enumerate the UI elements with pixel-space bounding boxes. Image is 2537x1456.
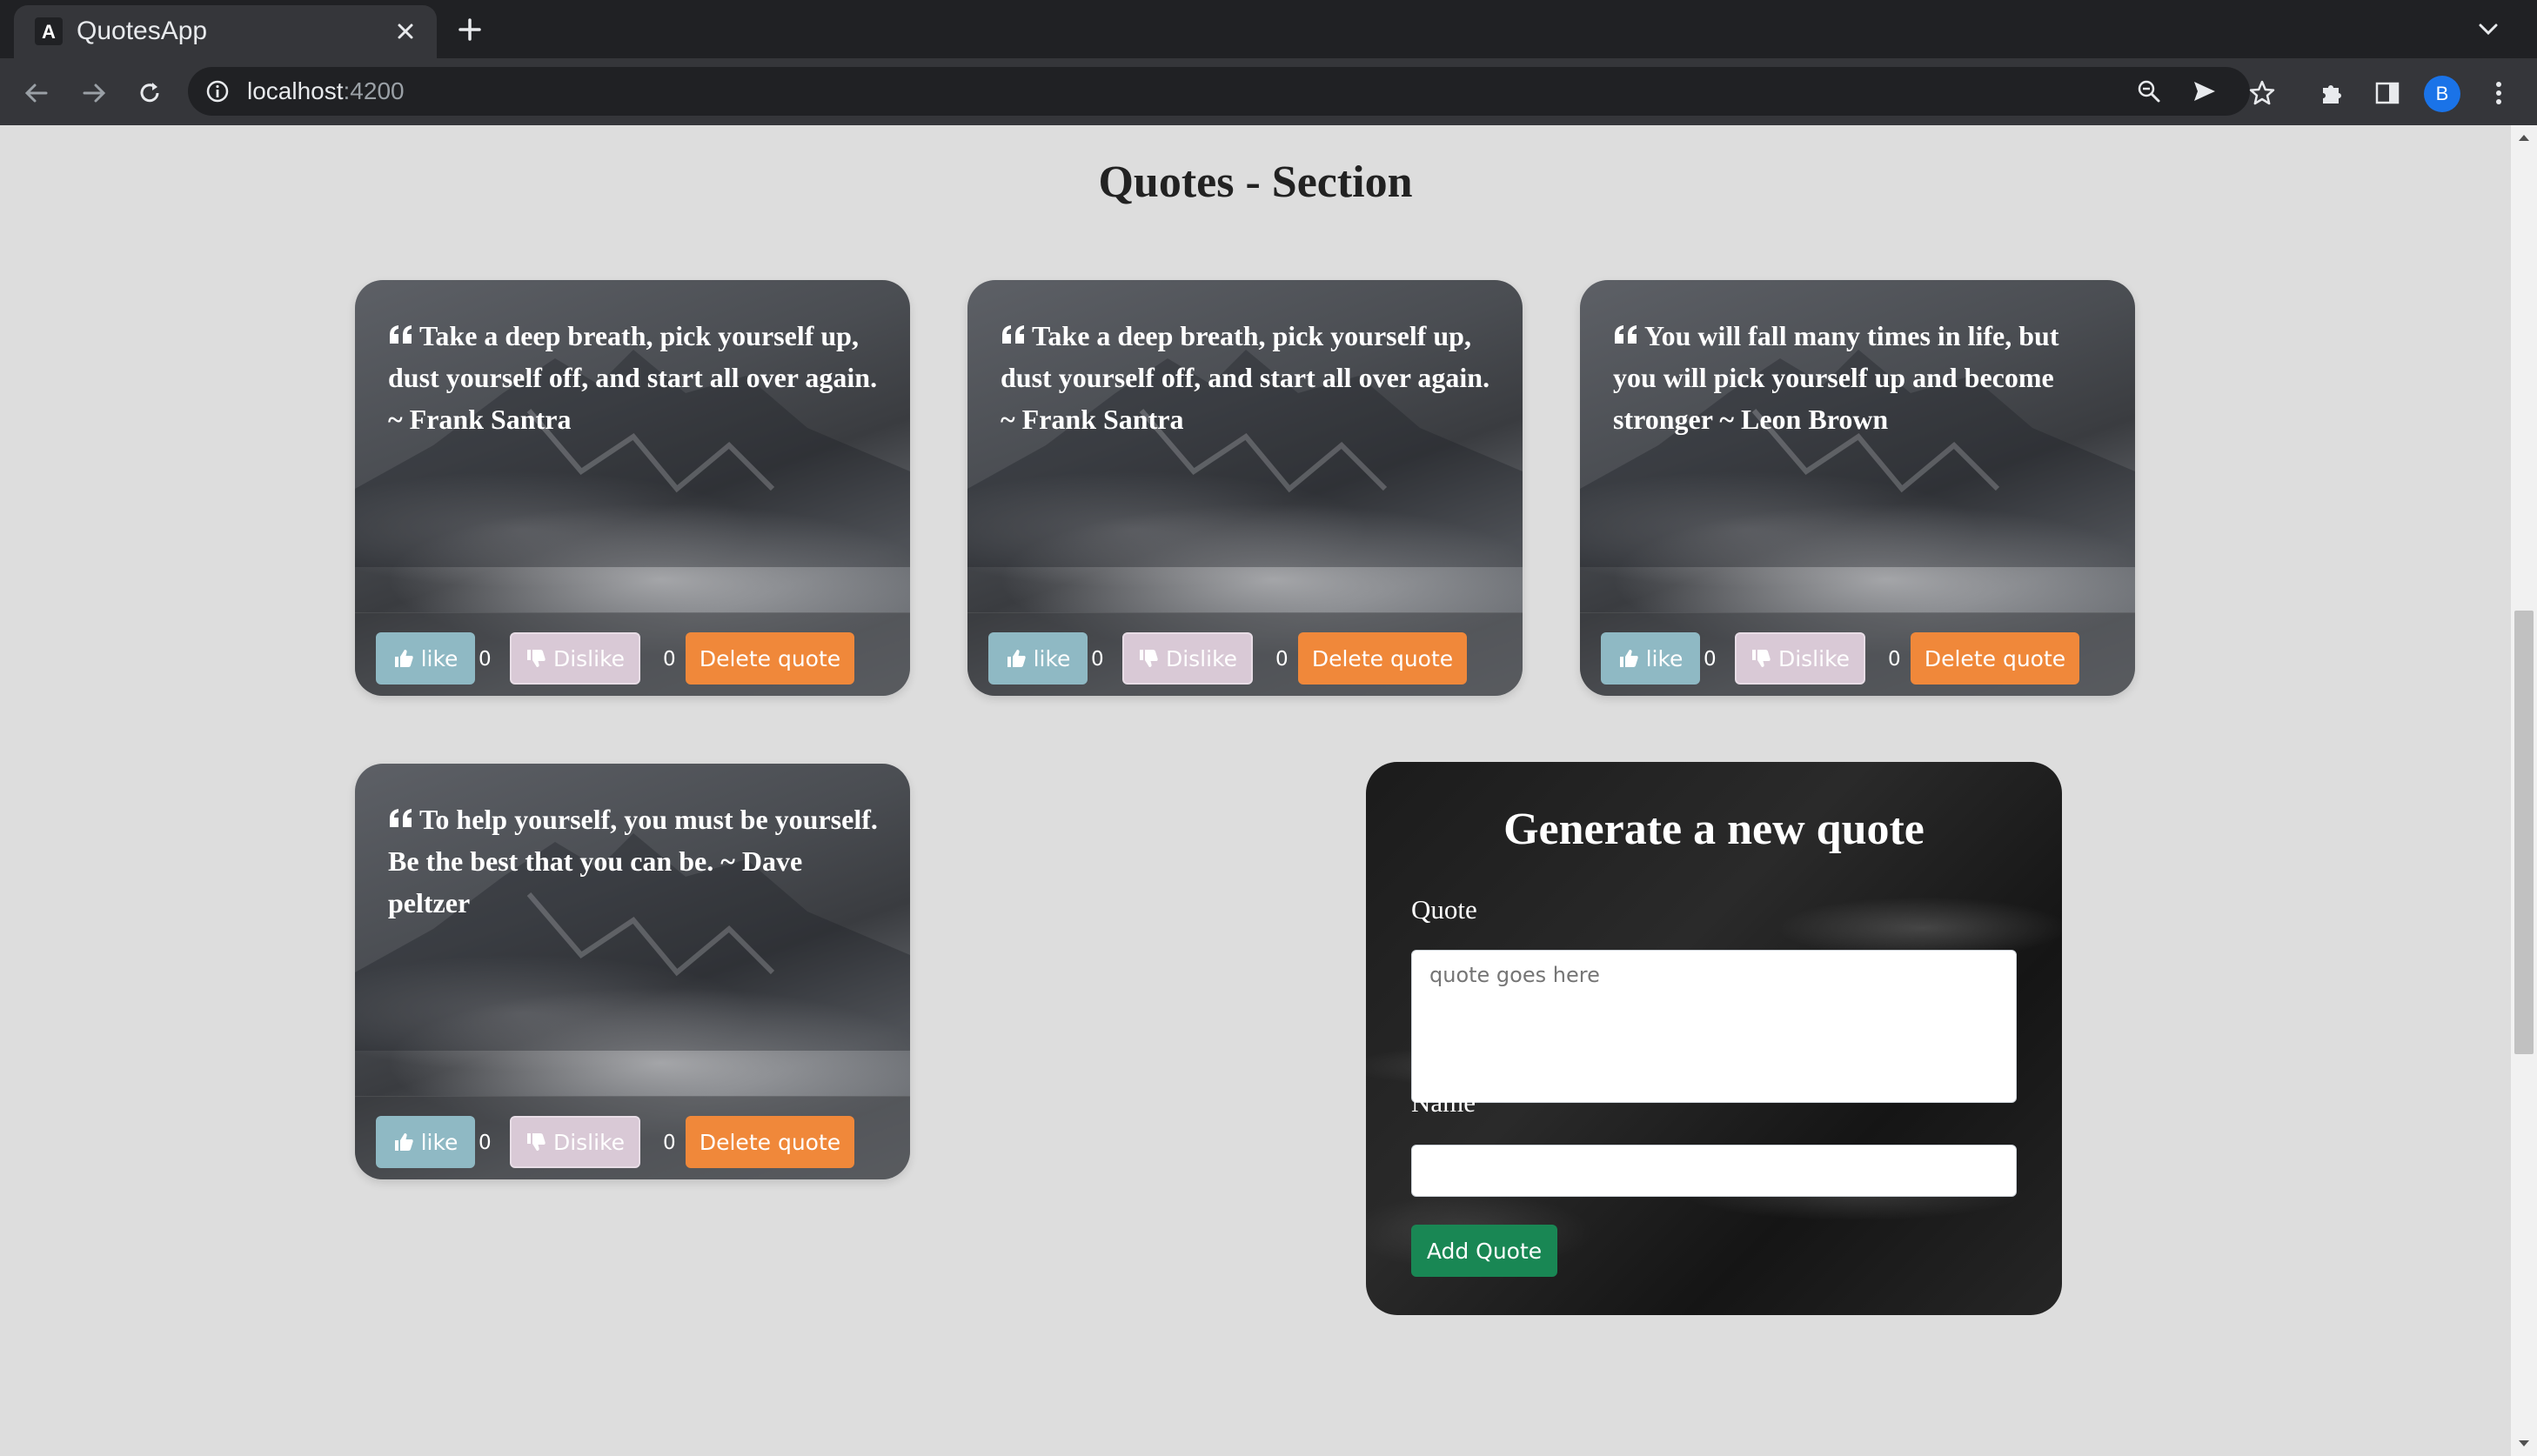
scroll-down-icon[interactable] xyxy=(2511,1432,2537,1456)
like-label: like xyxy=(1033,645,1071,671)
thumbs-up-icon xyxy=(394,650,413,667)
like-label: like xyxy=(1645,645,1684,671)
like-count: 0 xyxy=(479,1132,492,1154)
reload-icon[interactable] xyxy=(131,74,169,112)
dislike-count: 0 xyxy=(663,648,676,671)
quote-left-icon xyxy=(390,325,412,344)
like-count: 0 xyxy=(479,648,492,671)
zoom-icon[interactable] xyxy=(2133,76,2165,107)
side-panel-icon[interactable] xyxy=(2368,74,2406,112)
angular-logo-icon: A xyxy=(35,17,63,45)
dislike-label: Dislike xyxy=(1777,645,1851,671)
browser-tab[interactable]: A QuotesApp xyxy=(14,5,437,58)
page-viewport: Quotes - Section Take a deep breath, pic… xyxy=(0,125,2511,1456)
quote-card: Take a deep breath, pick yourself up, du… xyxy=(967,280,1523,696)
card-footer: like 0 Dislike 0 Delete quote xyxy=(355,1096,910,1179)
scroll-up-icon[interactable] xyxy=(2511,125,2537,150)
quote-text: Take a deep breath, pick yourself up, du… xyxy=(388,320,878,435)
forward-arrow-icon[interactable] xyxy=(75,74,113,112)
like-label: like xyxy=(420,1129,459,1155)
dislike-count: 0 xyxy=(1275,648,1289,671)
dislike-label: Dislike xyxy=(552,645,626,671)
new-tab-icon[interactable] xyxy=(452,12,487,47)
thumbs-down-icon xyxy=(526,650,546,667)
send-icon[interactable] xyxy=(2189,76,2220,107)
delete-quote-button[interactable]: Delete quote xyxy=(686,1116,854,1168)
new-quote-form: Generate a new quote Quote Name Add Quot… xyxy=(1366,762,2062,1315)
url-text: localhost:4200 xyxy=(247,77,405,104)
like-button[interactable]: like xyxy=(1601,632,1700,685)
scroll-thumb[interactable] xyxy=(2514,611,2534,1054)
page-title: Quotes - Section xyxy=(1098,157,1413,207)
star-icon[interactable] xyxy=(2243,74,2281,112)
thumbs-up-icon xyxy=(1007,650,1026,667)
dislike-count: 0 xyxy=(1888,648,1901,671)
quote-card: To help yourself, you must be yourself. … xyxy=(355,764,910,1179)
like-button[interactable]: like xyxy=(988,632,1088,685)
tab-title: QuotesApp xyxy=(77,17,208,45)
quote-text: To help yourself, you must be yourself. … xyxy=(388,804,878,918)
card-footer: like 0 Dislike 0 Delete quote xyxy=(355,612,910,696)
browser-tab-bar: A QuotesApp xyxy=(0,0,2537,58)
dislike-button[interactable]: Dislike xyxy=(510,632,640,685)
like-button[interactable]: like xyxy=(376,1116,475,1168)
like-button[interactable]: like xyxy=(376,632,475,685)
dislike-button[interactable]: Dislike xyxy=(1735,632,1865,685)
quote-card: Take a deep breath, pick yourself up, du… xyxy=(355,280,910,696)
thumbs-down-icon xyxy=(526,1133,546,1151)
quote-textarea[interactable] xyxy=(1411,950,2017,1103)
delete-quote-button[interactable]: Delete quote xyxy=(686,632,854,685)
card-footer: like 0 Dislike 0 Delete quote xyxy=(1580,612,2135,696)
thumbs-up-icon xyxy=(394,1133,413,1151)
delete-quote-button[interactable]: Delete quote xyxy=(1911,632,2079,685)
name-label: Name xyxy=(1411,1087,1476,1118)
profile-avatar[interactable]: B xyxy=(2424,76,2460,112)
form-title: Generate a new quote xyxy=(1503,805,1925,854)
close-icon[interactable] xyxy=(390,16,421,47)
address-bar[interactable]: localhost:4200 xyxy=(188,67,2250,116)
thumbs-down-icon xyxy=(1751,650,1771,667)
delete-quote-button[interactable]: Delete quote xyxy=(1298,632,1467,685)
more-menu-icon[interactable] xyxy=(2480,74,2518,112)
chevron-down-icon[interactable] xyxy=(2471,12,2506,47)
dislike-button[interactable]: Dislike xyxy=(1122,632,1253,685)
name-input[interactable] xyxy=(1411,1145,2017,1197)
card-footer: like 0 Dislike 0 Delete quote xyxy=(967,612,1523,696)
back-arrow-icon[interactable] xyxy=(17,74,56,112)
dislike-button[interactable]: Dislike xyxy=(510,1116,640,1168)
quote-text: Take a deep breath, pick yourself up, du… xyxy=(1001,320,1490,435)
dislike-label: Dislike xyxy=(552,1129,626,1155)
dislike-count: 0 xyxy=(663,1132,676,1154)
thumbs-up-icon xyxy=(1619,650,1638,667)
page-scrollbar[interactable] xyxy=(2511,125,2537,1456)
info-icon[interactable] xyxy=(205,79,230,104)
quote-left-icon xyxy=(1615,325,1637,344)
dislike-label: Dislike xyxy=(1165,645,1238,671)
extensions-icon[interactable] xyxy=(2313,74,2351,112)
quote-label: Quote xyxy=(1411,894,1477,925)
add-quote-button[interactable]: Add Quote xyxy=(1411,1225,1557,1277)
thumbs-down-icon xyxy=(1139,650,1158,667)
like-label: like xyxy=(420,645,459,671)
quote-text: You will fall many times in life, but yo… xyxy=(1613,320,2059,435)
svg-text:A: A xyxy=(42,21,56,43)
quote-left-icon xyxy=(390,809,412,827)
like-count: 0 xyxy=(1091,648,1104,671)
browser-toolbar: localhost:4200 B xyxy=(0,58,2537,125)
quote-card: You will fall many times in life, but yo… xyxy=(1580,280,2135,696)
quote-left-icon xyxy=(1002,325,1024,344)
like-count: 0 xyxy=(1704,648,1717,671)
